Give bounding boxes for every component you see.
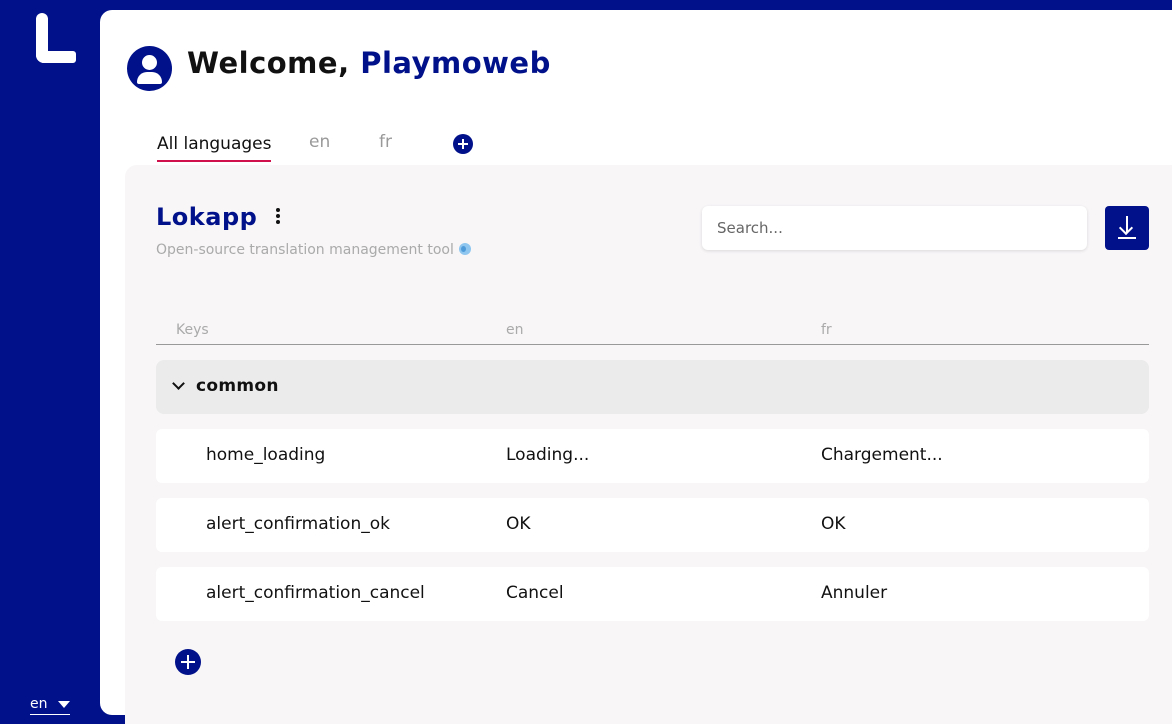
avatar-icon[interactable] bbox=[127, 46, 172, 91]
table-row[interactable]: alert_confirmation_ok OK OK bbox=[156, 498, 1149, 552]
row-key: alert_confirmation_ok bbox=[206, 514, 390, 534]
add-language-icon bbox=[453, 134, 473, 154]
row-en-value[interactable]: Loading... bbox=[506, 445, 589, 465]
project-description: Open-source translation management tool bbox=[156, 242, 471, 258]
language-select-value: en bbox=[30, 696, 48, 712]
tab-all-languages[interactable]: All languages bbox=[157, 134, 272, 162]
chevron-down-icon bbox=[172, 377, 185, 390]
language-select[interactable]: en bbox=[30, 696, 70, 715]
welcome-prefix: Welcome, bbox=[187, 46, 350, 80]
globe-icon bbox=[458, 243, 471, 255]
caret-down-icon bbox=[57, 700, 70, 708]
language-tabs: All languages en fr bbox=[157, 132, 473, 164]
header-en: en bbox=[506, 322, 524, 338]
user-name: Playmoweb bbox=[360, 46, 551, 80]
project-content: Lokapp Open-source translation managemen… bbox=[125, 165, 1172, 724]
welcome-heading: Welcome, Playmoweb bbox=[187, 46, 551, 80]
tab-fr[interactable]: fr bbox=[379, 132, 392, 158]
row-fr-value[interactable]: OK bbox=[821, 514, 846, 534]
table-header: Keys en fr bbox=[156, 310, 1149, 345]
search-input[interactable] bbox=[702, 206, 1087, 250]
project-description-text: Open-source translation management tool bbox=[156, 242, 454, 258]
row-key: home_loading bbox=[206, 445, 326, 465]
add-key-button[interactable] bbox=[175, 649, 201, 679]
group-common[interactable]: common bbox=[156, 360, 1149, 414]
download-button[interactable] bbox=[1105, 206, 1149, 250]
row-en-value[interactable]: Cancel bbox=[506, 583, 564, 603]
table-row[interactable]: alert_confirmation_cancel Cancel Annuler bbox=[156, 567, 1149, 621]
table-row[interactable]: home_loading Loading... Chargement... bbox=[156, 429, 1149, 483]
header-keys: Keys bbox=[176, 322, 209, 338]
logo-icon[interactable] bbox=[36, 13, 76, 63]
group-name: common bbox=[196, 376, 279, 396]
add-language-button[interactable] bbox=[453, 134, 473, 158]
row-fr-value[interactable]: Chargement... bbox=[821, 445, 943, 465]
row-key: alert_confirmation_cancel bbox=[206, 583, 425, 603]
project-title: Lokapp bbox=[156, 203, 258, 231]
row-en-value[interactable]: OK bbox=[506, 514, 531, 534]
add-key-icon bbox=[175, 649, 201, 675]
more-vertical-icon[interactable] bbox=[275, 208, 281, 226]
row-fr-value[interactable]: Annuler bbox=[821, 583, 887, 603]
header-fr: fr bbox=[821, 322, 832, 338]
main-panel: Welcome, Playmoweb All languages en fr L… bbox=[100, 10, 1172, 724]
tab-en[interactable]: en bbox=[309, 132, 330, 158]
